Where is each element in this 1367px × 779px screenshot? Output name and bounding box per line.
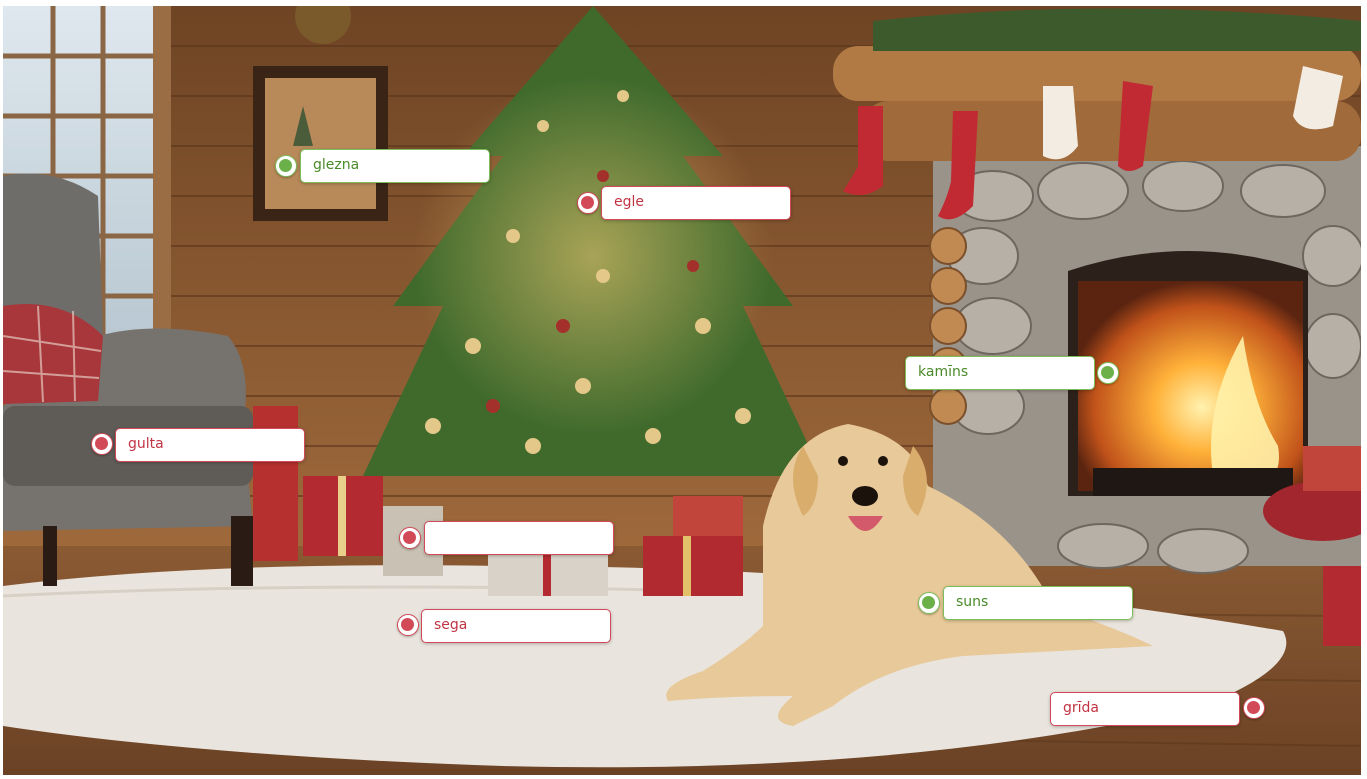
label-kamins[interactable]: kamīns (905, 356, 1095, 390)
label-status-dot-empty (399, 527, 421, 549)
label-suns[interactable]: suns (943, 586, 1133, 620)
label-status-dot-suns (918, 592, 940, 614)
label-empty[interactable] (424, 521, 614, 555)
label-status-dot-egle (577, 192, 599, 214)
label-status-dot-gulta (91, 433, 113, 455)
label-sega[interactable]: sega (421, 609, 611, 643)
label-grida[interactable]: grīda (1050, 692, 1240, 726)
label-egle[interactable]: egle (601, 186, 791, 220)
label-glezna[interactable]: glezna (300, 149, 490, 183)
label-status-dot-grida (1243, 697, 1265, 719)
label-gulta[interactable]: gulta (115, 428, 305, 462)
scene-image (3, 6, 1361, 775)
label-status-dot-sega (397, 614, 419, 636)
label-status-dot-kamins (1097, 362, 1119, 384)
label-status-dot-glezna (275, 155, 297, 177)
